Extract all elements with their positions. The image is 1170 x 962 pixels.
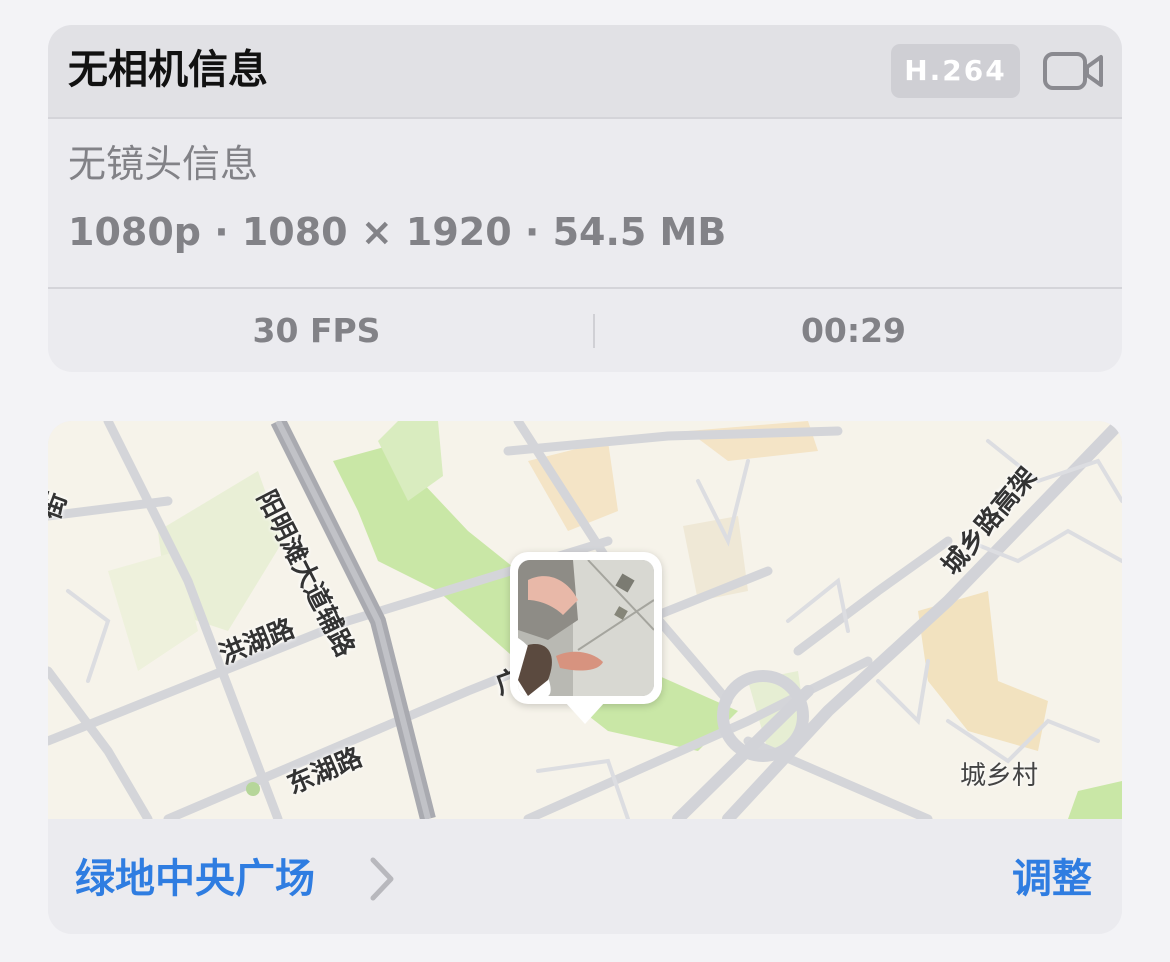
camera-info-title: 无相机信息 [68, 47, 268, 93]
divider [48, 287, 1122, 289]
lens-info: 无镜头信息 [68, 142, 259, 186]
video-camera-icon [1043, 52, 1103, 90]
video-specs: 1080p · 1080 × 1920 · 54.5 MB [68, 210, 727, 254]
photo-thumbnail [518, 560, 654, 696]
chevron-right-icon [370, 857, 394, 901]
adjust-button[interactable]: 调整 [1012, 851, 1092, 907]
photo-thumbnail-image [518, 560, 654, 696]
duration-value: 00:29 [800, 311, 907, 350]
map-view[interactable]: 阳明滩大道辅路 洪湖路 东湖路 城乡路高架 城乡村 街 广 [48, 421, 1122, 819]
place-name-link[interactable]: 绿地中央广场 [75, 851, 315, 907]
video-info-card: 无相机信息 H.264 无镜头信息 1080p · 1080 × 1920 · … [48, 25, 1122, 372]
photo-thumbnail-pin[interactable] [510, 552, 662, 704]
info-header: 无相机信息 H.264 [48, 25, 1122, 119]
codec-badge: H.264 [891, 44, 1020, 98]
fps-value: 30 FPS [252, 311, 381, 350]
area-label-chengxiang-village: 城乡村 [960, 761, 1039, 791]
pin-pointer [565, 702, 605, 724]
